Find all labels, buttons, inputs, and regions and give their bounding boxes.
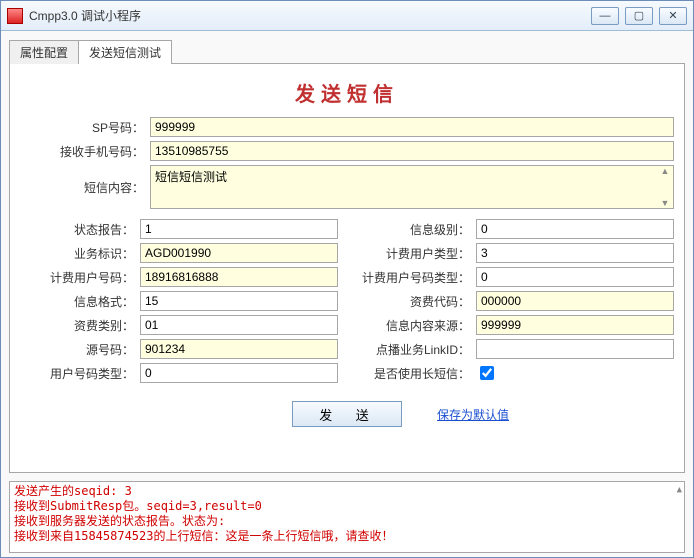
msg-level-input[interactable] bbox=[476, 219, 674, 239]
minimize-button[interactable]: — bbox=[591, 7, 619, 25]
msg-src-label: 信息内容来源： bbox=[356, 317, 476, 334]
status-report-input[interactable] bbox=[140, 219, 338, 239]
close-button[interactable]: ✕ bbox=[659, 7, 687, 25]
fee-code-input[interactable] bbox=[476, 291, 674, 311]
fee-user-type-label: 计费用户类型： bbox=[356, 245, 476, 262]
maximize-button[interactable]: ▢ bbox=[625, 7, 653, 25]
log-line: 发送产生的seqid: 3 bbox=[14, 484, 132, 498]
msg-src-input[interactable] bbox=[476, 315, 674, 335]
window-title: Cmpp3.0 调试小程序 bbox=[29, 7, 591, 24]
save-default-link[interactable]: 保存为默认值 bbox=[437, 406, 509, 423]
src-number-label: 源号码： bbox=[20, 341, 140, 358]
fee-user-num-type-label: 计费用户号码类型： bbox=[356, 269, 476, 286]
sp-number-input[interactable] bbox=[150, 117, 674, 137]
sms-content-textarea[interactable]: 短信短信测试 bbox=[150, 165, 674, 209]
biz-id-label: 业务标识： bbox=[20, 245, 140, 262]
button-row: 发 送 保存为默认值 bbox=[20, 401, 674, 427]
fee-code-label: 资费代码： bbox=[356, 293, 476, 310]
fee-user-type-input[interactable] bbox=[476, 243, 674, 263]
window-buttons: — ▢ ✕ bbox=[591, 7, 687, 25]
sms-content-label: 短信内容： bbox=[20, 179, 150, 196]
user-num-type-input[interactable] bbox=[140, 363, 338, 383]
src-number-input[interactable] bbox=[140, 339, 338, 359]
long-sms-label: 是否使用长短信： bbox=[356, 365, 476, 382]
tab-panel-send: 发送短信 SP号码： 接收手机号码： 短信内容： 短信短信测试 ▲▼ 状态报告： bbox=[9, 63, 685, 473]
log-line: 接收到服务器发送的状态报告。状态为: bbox=[14, 514, 225, 528]
fee-type-label: 资费类别： bbox=[20, 317, 140, 334]
scroll-up-icon: ▲ bbox=[677, 483, 682, 498]
msg-level-label: 信息级别： bbox=[356, 221, 476, 238]
long-sms-checkbox[interactable] bbox=[480, 366, 494, 380]
app-window: Cmpp3.0 调试小程序 — ▢ ✕ 属性配置 发送短信测试 发送短信 SP号… bbox=[0, 0, 694, 558]
log-line: 接收到SubmitResp包。seqid=3,result=0 bbox=[14, 499, 262, 513]
log-output[interactable]: ▲ 发送产生的seqid: 3 接收到SubmitResp包。seqid=3,re… bbox=[9, 481, 685, 553]
content-area: 属性配置 发送短信测试 发送短信 SP号码： 接收手机号码： 短信内容： 短信短… bbox=[1, 31, 693, 557]
fee-user-num-label: 计费用户号码： bbox=[20, 269, 140, 286]
app-icon bbox=[7, 8, 23, 24]
linkid-input[interactable] bbox=[476, 339, 674, 359]
fee-user-num-type-input[interactable] bbox=[476, 267, 674, 287]
fee-user-num-input[interactable] bbox=[140, 267, 338, 287]
log-line: 接收到来自15845874523的上行短信：这是一条上行短信哦，请查收！ bbox=[14, 529, 393, 543]
page-title: 发送短信 bbox=[20, 78, 674, 107]
send-button[interactable]: 发 送 bbox=[292, 401, 402, 427]
biz-id-input[interactable] bbox=[140, 243, 338, 263]
user-num-type-label: 用户号码类型： bbox=[20, 365, 140, 382]
msg-format-input[interactable] bbox=[140, 291, 338, 311]
titlebar: Cmpp3.0 调试小程序 — ▢ ✕ bbox=[1, 1, 693, 31]
linkid-label: 点播业务LinkID： bbox=[356, 341, 476, 358]
tab-strip: 属性配置 发送短信测试 bbox=[9, 39, 685, 63]
recv-phone-label: 接收手机号码： bbox=[20, 143, 150, 160]
fee-type-input[interactable] bbox=[140, 315, 338, 335]
tab-attr-config[interactable]: 属性配置 bbox=[9, 40, 79, 64]
tab-send-sms-test[interactable]: 发送短信测试 bbox=[78, 40, 172, 64]
msg-format-label: 信息格式： bbox=[20, 293, 140, 310]
status-report-label: 状态报告： bbox=[20, 221, 140, 238]
sp-number-label: SP号码： bbox=[20, 119, 150, 136]
recv-phone-input[interactable] bbox=[150, 141, 674, 161]
